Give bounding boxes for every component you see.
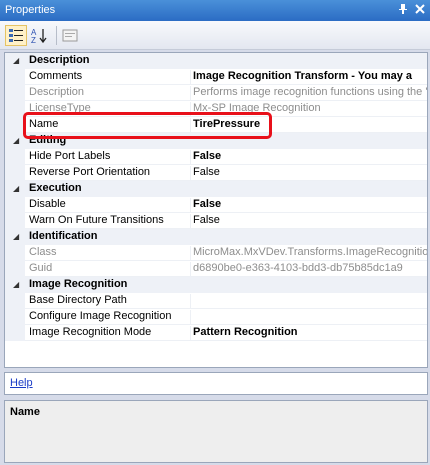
close-icon[interactable] [413,3,427,17]
property-row-disable[interactable]: Disable False [5,197,427,213]
category-image-recognition[interactable]: ◢ Image Recognition [5,277,427,293]
property-row-class[interactable]: Class MicroMax.MxVDev.Transforms.ImageRe… [5,245,427,261]
property-name: Warn On Future Transitions [29,214,164,226]
commands-pane: Help [4,372,428,395]
property-row-image-recognition-mode[interactable]: Image Recognition Mode Pattern Recogniti… [5,325,427,341]
category-label: Execution [29,182,82,194]
property-row-hide-port-labels[interactable]: Hide Port Labels False [5,149,427,165]
property-value: d6890be0-e363-4103-bdd3-db75b85dc1a9 [190,262,427,277]
category-description[interactable]: ◢ Description [5,53,427,69]
collapse-triangle-icon[interactable]: ◢ [13,56,19,65]
collapse-triangle-icon[interactable]: ◢ [13,280,19,289]
category-execution[interactable]: ◢ Execution [5,181,427,197]
property-row-description[interactable]: Description Performs image recognition f… [5,85,427,101]
property-name: Reverse Port Orientation [29,166,151,178]
collapse-triangle-icon[interactable]: ◢ [13,136,19,145]
collapse-triangle-icon[interactable]: ◢ [13,184,19,193]
property-name: Comments [29,70,83,82]
property-name: Description [29,86,85,98]
property-value[interactable]: False [190,166,427,181]
property-name: Image Recognition Mode [29,326,152,338]
property-name: Configure Image Recognition [29,310,172,322]
property-row-guid[interactable]: Guid d6890be0-e363-4103-bdd3-db75b85dc1a… [5,261,427,277]
property-value: Performs image recognition functions usi… [190,86,427,101]
help-link[interactable]: Help [10,377,33,389]
window-title: Properties [5,4,56,16]
property-row-reverse-port-orientation[interactable]: Reverse Port Orientation False [5,165,427,181]
collapse-triangle-icon[interactable]: ◢ [13,232,19,241]
property-row-warn-on-future-transitions[interactable]: Warn On Future Transitions False [5,213,427,229]
property-name: Disable [29,198,66,210]
property-value[interactable]: Image Recognition Transform - You may a [190,70,427,85]
property-row-base-directory-path[interactable]: Base Directory Path [5,293,427,309]
property-grid[interactable]: ◢ Description Comments Image Recognition… [4,52,428,368]
sort-alphabetical-icon[interactable]: A Z [28,25,50,46]
property-row-comments[interactable]: Comments Image Recognition Transform - Y… [5,69,427,85]
property-name: Guid [29,262,53,274]
property-value: MicroMax.MxVDev.Transforms.ImageRecognit… [190,246,427,261]
toolbar: A Z [0,21,430,50]
property-value[interactable]: False [190,150,427,165]
category-label: Description [29,54,90,66]
pin-icon[interactable] [396,3,410,17]
categorized-view-icon[interactable] [5,25,27,46]
toolbar-separator [56,26,57,45]
property-name: Class [29,246,57,258]
property-value[interactable]: False [190,198,427,213]
category-label: Image Recognition [29,278,128,290]
property-name: Base Directory Path [29,294,127,306]
description-title: Name [10,406,40,418]
highlight-annotation [23,112,272,139]
title-bar: Properties [0,0,430,21]
property-value[interactable] [190,294,427,309]
property-pages-icon[interactable] [59,25,81,46]
property-value[interactable]: False [190,214,427,229]
svg-text:Z: Z [31,36,36,45]
category-label: Identification [29,230,98,242]
property-value[interactable] [190,310,427,325]
description-pane: Name [4,400,428,463]
property-row-configure-image-recognition[interactable]: Configure Image Recognition [5,309,427,325]
property-value[interactable]: Pattern Recognition [190,326,427,341]
property-name: Hide Port Labels [29,150,111,162]
category-identification[interactable]: ◢ Identification [5,229,427,245]
